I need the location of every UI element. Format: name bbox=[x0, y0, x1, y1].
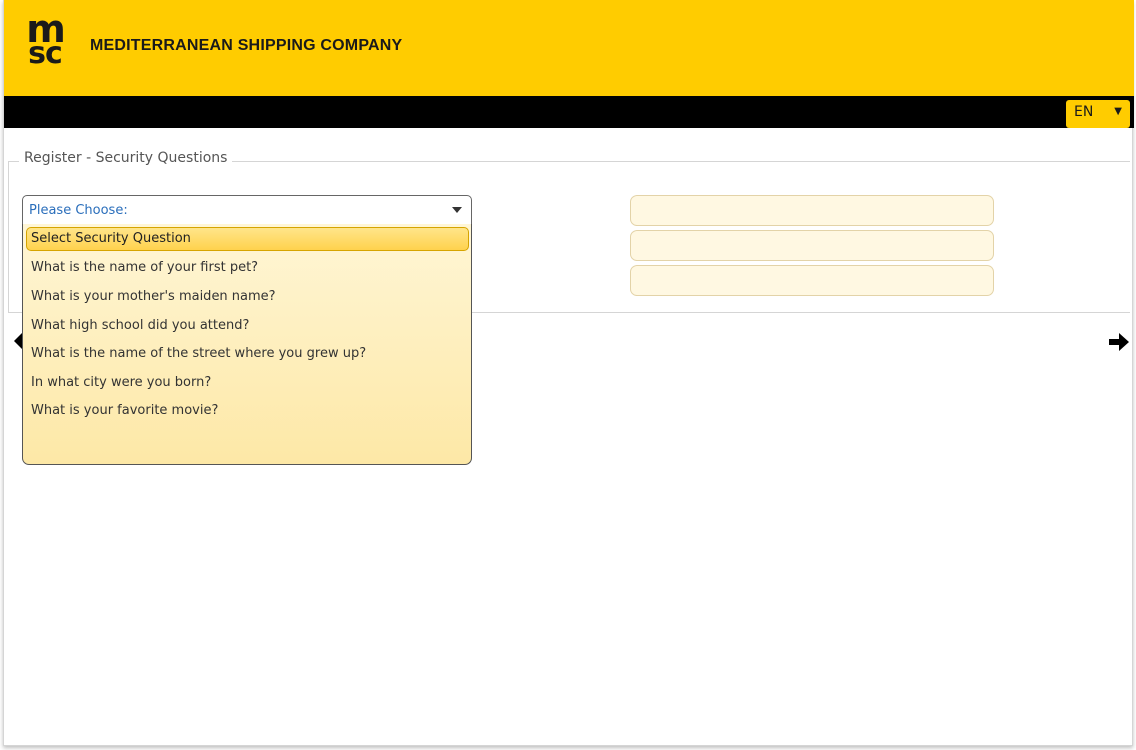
security-question-dropdown: Select Security Question What is the nam… bbox=[22, 224, 472, 465]
arrow-left-icon[interactable] bbox=[14, 333, 22, 349]
language-selector[interactable]: EN ▼ bbox=[1066, 100, 1130, 128]
dropdown-option[interactable]: In what city were you born? bbox=[31, 375, 211, 397]
company-name: MEDITERRANEAN SHIPPING COMPANY bbox=[90, 37, 403, 54]
dropdown-option[interactable]: What is your favorite movie? bbox=[31, 403, 218, 425]
answer-2-input[interactable] bbox=[630, 230, 994, 261]
logo-sc: sc bbox=[28, 36, 63, 72]
answer-3-input[interactable] bbox=[630, 265, 994, 296]
dropdown-option[interactable]: What is the name of the street where you… bbox=[31, 346, 366, 368]
fieldset-legend: Register - Security Questions bbox=[19, 150, 233, 166]
arrow-right-icon[interactable] bbox=[1108, 332, 1130, 352]
select-placeholder: Please Choose: bbox=[29, 203, 128, 218]
site-header: m sc MEDITERRANEAN SHIPPING COMPANY bbox=[4, 0, 1134, 96]
dropdown-option[interactable]: What is the name of your first pet? bbox=[31, 260, 258, 282]
chevron-down-icon: ▼ bbox=[1114, 106, 1122, 117]
answer-1-input[interactable] bbox=[630, 195, 994, 226]
top-nav-bar: EN ▼ bbox=[4, 96, 1134, 128]
dropdown-option[interactable]: What is your mother's maiden name? bbox=[31, 289, 276, 311]
msc-logo[interactable]: m sc bbox=[16, 10, 74, 72]
language-value: EN bbox=[1074, 104, 1094, 120]
caret-down-icon bbox=[452, 207, 462, 213]
dropdown-option[interactable]: Select Security Question bbox=[26, 227, 469, 251]
security-question-1-select[interactable]: Please Choose: bbox=[22, 195, 472, 225]
dropdown-option[interactable]: What high school did you attend? bbox=[31, 318, 249, 340]
